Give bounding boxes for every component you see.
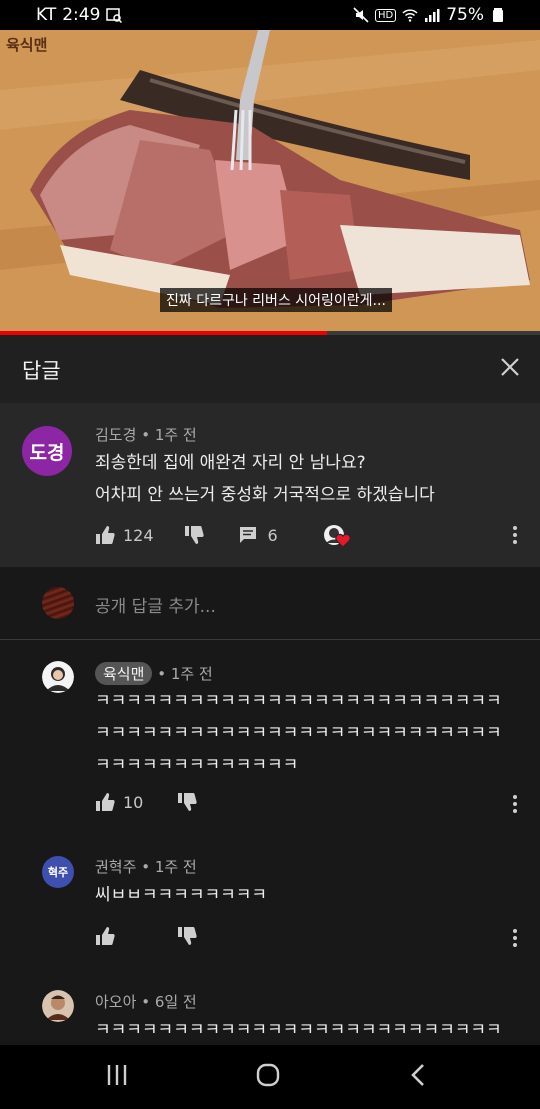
reply-count: 6 bbox=[267, 525, 278, 545]
reply-time: 1주 전 bbox=[154, 858, 197, 876]
comment-author[interactable]: 김도경 bbox=[95, 426, 136, 444]
reply-text: ㅋㅋㅋㅋㅋㅋㅋㅋㅋㅋㅋㅋㅋㅋㅋㅋㅋㅋㅋㅋㅋㅋㅋㅋㅋㅋ bbox=[95, 1014, 502, 1045]
thumbs-up-icon[interactable] bbox=[95, 926, 115, 946]
avatar[interactable] bbox=[42, 990, 74, 1022]
reply-text: ㅋㅋㅋㅋㅋㅋㅋㅋㅋㅋㅋㅋㅋㅋㅋㅋㅋㅋㅋㅋㅋㅋㅋㅋㅋㅋ ㅋㅋㅋㅋㅋㅋㅋㅋㅋㅋㅋㅋㅋ… bbox=[95, 685, 502, 781]
reply-time: 1주 전 bbox=[170, 665, 213, 683]
reply-line: ㅋㅋㅋㅋㅋㅋㅋㅋㅋㅋㅋㅋㅋ bbox=[95, 755, 299, 775]
reply-author[interactable]: 아오아 bbox=[95, 993, 136, 1011]
meta-separator: • bbox=[141, 993, 155, 1011]
thumbs-up-icon[interactable] bbox=[95, 525, 115, 545]
creator-badge[interactable]: 육식맨 bbox=[95, 662, 153, 685]
replies-title: 답글 bbox=[22, 359, 61, 383]
reply-meta: 권혁주 • 1주 전 bbox=[95, 856, 197, 877]
reply-actions bbox=[95, 926, 197, 946]
reply-line: ㅋㅋㅋㅋㅋㅋㅋㅋㅋㅋㅋㅋㅋㅋㅋㅋㅋㅋㅋㅋㅋㅋㅋㅋㅋㅋ bbox=[95, 691, 502, 711]
video-player[interactable]: 육식맨 진짜 다르구나 리버스 시어링이란게... bbox=[0, 30, 540, 333]
replies-header: 답글 bbox=[0, 335, 540, 403]
back-icon[interactable] bbox=[410, 1063, 426, 1087]
like-count: 10 bbox=[123, 792, 144, 812]
clock: 2:49 bbox=[62, 5, 101, 25]
reply-line: 씨ㅂㅂㅋㅋㅋㅋㅋㅋㅋㅋ bbox=[95, 885, 268, 905]
meta-separator: • bbox=[157, 665, 171, 683]
close-icon[interactable] bbox=[498, 355, 522, 379]
thumbs-down-icon[interactable] bbox=[177, 792, 197, 812]
avatar[interactable]: 도경 bbox=[22, 426, 72, 476]
recent-apps-icon[interactable] bbox=[106, 1063, 128, 1087]
reply-item: 혁주 권혁주 • 1주 전 씨ㅂㅂㅋㅋㅋㅋㅋㅋㅋㅋ bbox=[0, 835, 540, 975]
creator-heart bbox=[323, 524, 351, 548]
more-options-icon[interactable] bbox=[512, 928, 518, 948]
video-subtitle: 진짜 다르구나 리버스 시어링이란게... bbox=[160, 288, 392, 312]
comment-time: 1주 전 bbox=[154, 426, 197, 444]
reply-text: 씨ㅂㅂㅋㅋㅋㅋㅋㅋㅋㅋ bbox=[95, 879, 267, 911]
thumbs-down-icon[interactable] bbox=[184, 525, 204, 545]
reply-meta: 아오아 • 6일 전 bbox=[95, 991, 197, 1012]
signal-icon bbox=[425, 9, 440, 22]
comment-actions: 124 6 bbox=[95, 524, 351, 548]
wifi-icon bbox=[402, 9, 418, 22]
comment-text: 죄송한데 집에 애완견 자리 안 남나요? 어차피 안 쓰는거 중성화 거국적으… bbox=[95, 447, 435, 511]
like-count: 124 bbox=[123, 525, 154, 545]
main-comment: 도경 김도경 • 1주 전 죄송한데 집에 애완견 자리 안 남나요? 어차피 … bbox=[0, 403, 540, 567]
meta-separator: • bbox=[141, 858, 155, 876]
reply-line: ㅋㅋㅋㅋㅋㅋㅋㅋㅋㅋㅋㅋㅋㅋㅋㅋㅋㅋㅋㅋㅋㅋㅋㅋㅋㅋ bbox=[95, 723, 502, 743]
comment-line: 죄송한데 집에 애완견 자리 안 남나요? bbox=[95, 453, 366, 473]
user-avatar bbox=[42, 587, 74, 619]
avatar[interactable]: 혁주 bbox=[42, 856, 74, 888]
mute-icon bbox=[353, 7, 369, 23]
reply-time: 6일 전 bbox=[154, 993, 197, 1011]
thumbs-down-icon[interactable] bbox=[177, 926, 197, 946]
hd-badge: HD bbox=[374, 8, 397, 22]
reply-icon[interactable] bbox=[238, 525, 258, 545]
comment-meta: 김도경 • 1주 전 bbox=[95, 424, 197, 445]
reply-line: ㅋㅋㅋㅋㅋㅋㅋㅋㅋㅋㅋㅋㅋㅋㅋㅋㅋㅋㅋㅋㅋㅋㅋㅋㅋㅋ bbox=[95, 1020, 502, 1040]
thumbs-up-icon[interactable] bbox=[95, 792, 115, 812]
battery-percent: 75% bbox=[446, 5, 484, 25]
add-reply-bar[interactable]: 공개 답글 추가... bbox=[0, 567, 540, 640]
reply-item: 육식맨 • 1주 전 ㅋㅋㅋㅋㅋㅋㅋㅋㅋㅋㅋㅋㅋㅋㅋㅋㅋㅋㅋㅋㅋㅋㅋㅋㅋㅋ ㅋㅋ… bbox=[0, 641, 540, 831]
home-icon[interactable] bbox=[256, 1063, 280, 1087]
avatar[interactable] bbox=[42, 661, 74, 693]
reply-meta: 육식맨 • 1주 전 bbox=[95, 662, 213, 685]
video-watermark: 육식맨 bbox=[6, 36, 48, 54]
more-options-icon[interactable] bbox=[512, 794, 518, 814]
battery-icon bbox=[493, 8, 503, 22]
gallery-icon bbox=[106, 8, 123, 23]
comment-line: 어차피 안 쓰는거 중성화 거국적으로 하겠습니다 bbox=[95, 485, 435, 505]
meta-separator: • bbox=[141, 426, 155, 444]
more-options-icon[interactable] bbox=[512, 525, 518, 545]
android-nav-bar bbox=[0, 1045, 540, 1109]
reply-author[interactable]: 권혁주 bbox=[95, 858, 136, 876]
heart-icon bbox=[334, 533, 351, 548]
add-reply-input[interactable]: 공개 답글 추가... bbox=[95, 592, 216, 617]
carrier-label: KT bbox=[36, 5, 57, 25]
reply-item: 아오아 • 6일 전 ㅋㅋㅋㅋㅋㅋㅋㅋㅋㅋㅋㅋㅋㅋㅋㅋㅋㅋㅋㅋㅋㅋㅋㅋㅋㅋ bbox=[0, 970, 540, 1045]
reply-actions: 10 bbox=[95, 792, 197, 812]
status-bar: KT 2:49 HD 75% bbox=[0, 0, 540, 30]
